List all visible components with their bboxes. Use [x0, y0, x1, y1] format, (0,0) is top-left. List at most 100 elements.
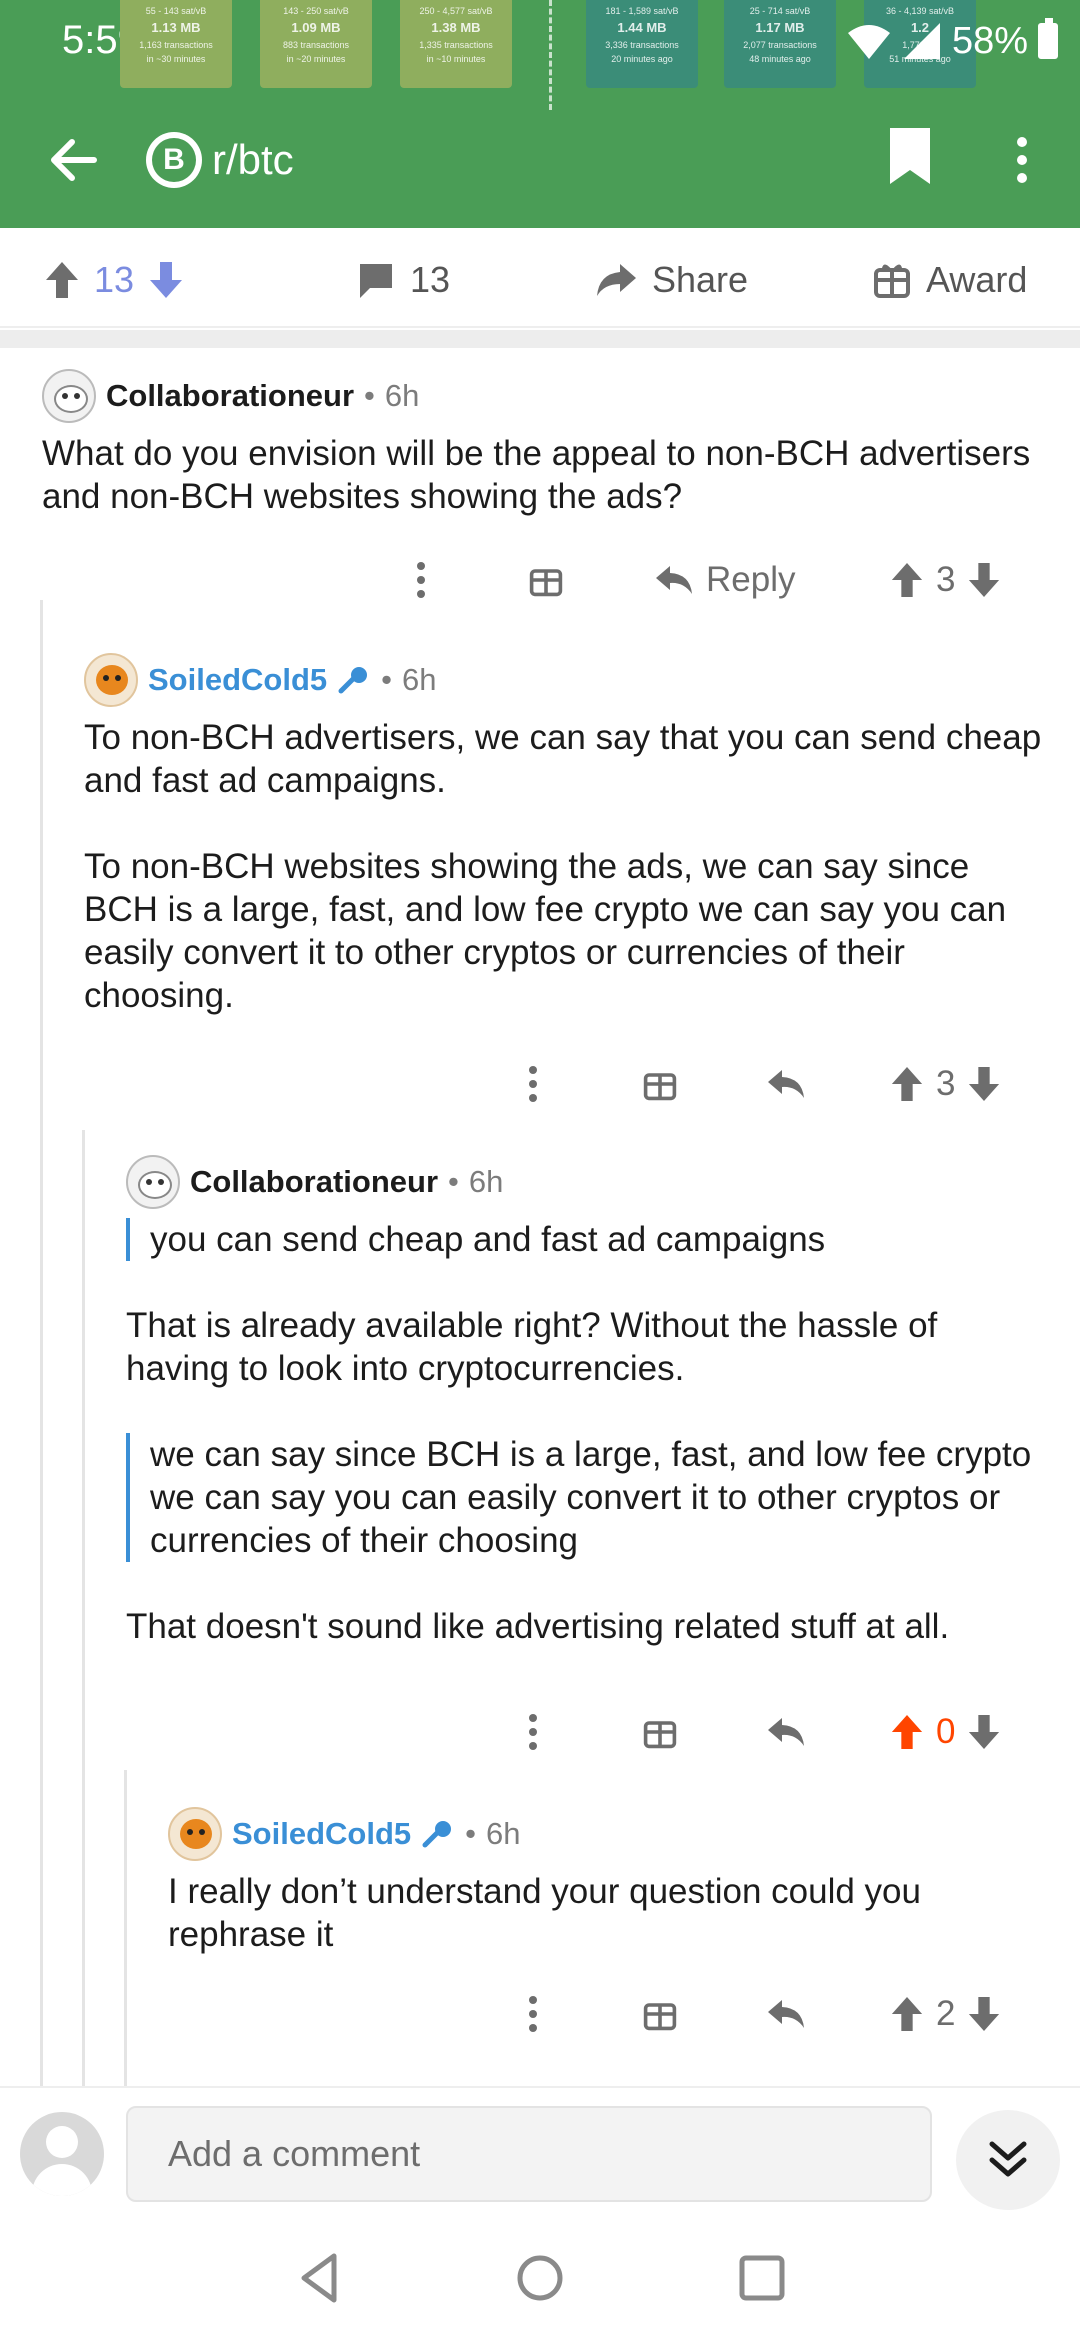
comment-time: 6h [384, 378, 420, 413]
reply-icon [768, 1070, 804, 1098]
reply-button[interactable] [766, 1984, 806, 2044]
comment-text: That is already available right? Without… [126, 1306, 938, 1388]
block-tx: 1,335 transactions [419, 40, 493, 50]
avatar[interactable] [168, 1807, 222, 1861]
post-score: 13 [94, 259, 135, 300]
mempool-block: 181 - 1,589 sat/vB 1.44 MB 3,336 transac… [586, 0, 698, 88]
user-avatar[interactable] [20, 2112, 104, 2196]
comment-text: That doesn't sound like advertising rela… [126, 1607, 950, 1646]
comment-score: 2 [936, 1994, 956, 2033]
block-tx: 883 transactions [282, 40, 350, 50]
comments-button[interactable]: 13 [356, 258, 450, 302]
comment-vote: 0 [890, 1702, 1001, 1762]
block-fee: 55 - 143 sat/vB [145, 6, 207, 16]
downvote-icon[interactable] [967, 1995, 1001, 2033]
mempool-block: 25 - 714 sat/vB 1.17 MB 2,077 transactio… [724, 0, 836, 88]
more-options-icon[interactable] [1004, 130, 1040, 190]
more-options-button[interactable] [406, 550, 436, 610]
top-nav: B r/btc [0, 110, 1080, 220]
comment-body: I really don’t understand your question … [168, 1870, 1048, 1956]
award-button[interactable] [642, 1054, 678, 1114]
post-vote: 13 [44, 258, 184, 302]
reply-button[interactable] [766, 1702, 806, 1762]
award-button[interactable] [642, 1984, 678, 2044]
more-options-button[interactable] [518, 1702, 548, 1762]
comment-author[interactable]: SoiledCold5 [232, 1816, 411, 1852]
comment-time-dot: • [381, 662, 392, 697]
comment-time: 6h [468, 1164, 504, 1199]
upvote-icon[interactable] [890, 561, 924, 599]
thread-line [82, 1130, 85, 2086]
gift-icon [643, 1721, 677, 1749]
back-arrow-icon[interactable] [44, 130, 104, 190]
downvote-icon[interactable] [967, 1065, 1001, 1103]
post-action-bar: 13 13 Share Award [0, 228, 1080, 328]
more-options-icon [529, 1066, 537, 1102]
block-size: 1.09 MB [291, 20, 341, 35]
signal-icon [903, 23, 940, 59]
gift-icon [643, 1073, 677, 1101]
comment-text: What do you envision will be the appeal … [42, 434, 1031, 516]
nav-recents-icon[interactable] [732, 2248, 792, 2308]
more-options-icon [417, 562, 425, 598]
app-header: 5:59 55 - 143 sat/vB 1.13 MB 1,163 trans… [0, 0, 1080, 228]
reply-button[interactable] [766, 1054, 806, 1114]
comment-icon [360, 264, 392, 298]
block-fee: 143 - 250 sat/vB [283, 6, 349, 16]
bookmark-icon[interactable] [886, 126, 934, 186]
mempool-divider [549, 0, 552, 110]
collapse-comments-button[interactable] [956, 2110, 1060, 2210]
block-tx: 1,163 transactions [139, 40, 213, 50]
subreddit-name[interactable]: r/btc [212, 132, 294, 188]
share-button[interactable]: Share [594, 258, 748, 302]
upvote-icon[interactable] [890, 1713, 924, 1751]
nav-home-icon[interactable] [510, 2248, 570, 2308]
subreddit-icon[interactable]: B [146, 132, 202, 188]
comment-author[interactable]: SoiledCold5 [148, 662, 327, 698]
add-comment-input[interactable] [126, 2106, 932, 2202]
nav-back-icon[interactable] [290, 2248, 350, 2308]
comment-vote: 2 [890, 1984, 1001, 2044]
comment-actions: 2 [0, 1984, 1080, 2044]
avatar[interactable] [84, 653, 138, 707]
comment-actions: Reply 3 [0, 550, 1080, 610]
block-when: in ~30 minutes [146, 54, 206, 64]
comment-actions: 0 [0, 1702, 1080, 1762]
comment-vote: 3 [890, 1054, 1001, 1114]
award-button[interactable]: Award [872, 258, 1027, 302]
gift-icon [529, 569, 563, 597]
more-options-icon [529, 1714, 537, 1750]
award-button[interactable] [528, 550, 564, 610]
reply-button[interactable]: Reply [654, 550, 795, 610]
block-fee: 250 - 4,577 sat/vB [419, 6, 493, 16]
mempool-block: 143 - 250 sat/vB 1.09 MB 883 transaction… [260, 0, 372, 88]
status-bar: 5:59 55 - 143 sat/vB 1.13 MB 1,163 trans… [0, 0, 1080, 110]
block-size: 1.17 MB [755, 20, 805, 35]
comment-text: To non-BCH advertisers, we can say that … [84, 718, 1042, 800]
bitcoin-icon: B [152, 138, 196, 182]
comment-header: Collaborationeur • 6h [42, 368, 419, 424]
upvote-icon[interactable] [890, 1995, 924, 2033]
downvote-icon[interactable] [967, 561, 1001, 599]
comment-text: I really don’t understand your question … [168, 1872, 921, 1954]
downvote-icon[interactable] [148, 260, 184, 300]
comment-author[interactable]: Collaborationeur [106, 378, 354, 414]
comment-body: To non-BCH advertisers, we can say that … [84, 716, 1044, 1017]
share-icon [597, 264, 636, 296]
avatar[interactable] [126, 1155, 180, 1209]
upvote-icon[interactable] [44, 260, 80, 300]
comment-body: you can send cheap and fast ad campaigns… [126, 1218, 1046, 1648]
more-options-button[interactable] [518, 1984, 548, 2044]
downvote-icon[interactable] [967, 1713, 1001, 1751]
reply-label: Reply [706, 560, 796, 599]
comment-header: SoiledCold5 • 6h [84, 652, 436, 708]
block-when: in ~20 minutes [286, 54, 346, 64]
comment-author[interactable]: Collaborationeur [190, 1164, 438, 1200]
op-mic-icon [422, 1821, 452, 1848]
upvote-icon[interactable] [890, 1065, 924, 1103]
block-fee: 25 - 714 sat/vB [749, 6, 811, 16]
avatar[interactable] [42, 369, 96, 423]
award-button[interactable] [642, 1702, 678, 1762]
battery-icon [1038, 18, 1058, 59]
more-options-button[interactable] [518, 1054, 548, 1114]
